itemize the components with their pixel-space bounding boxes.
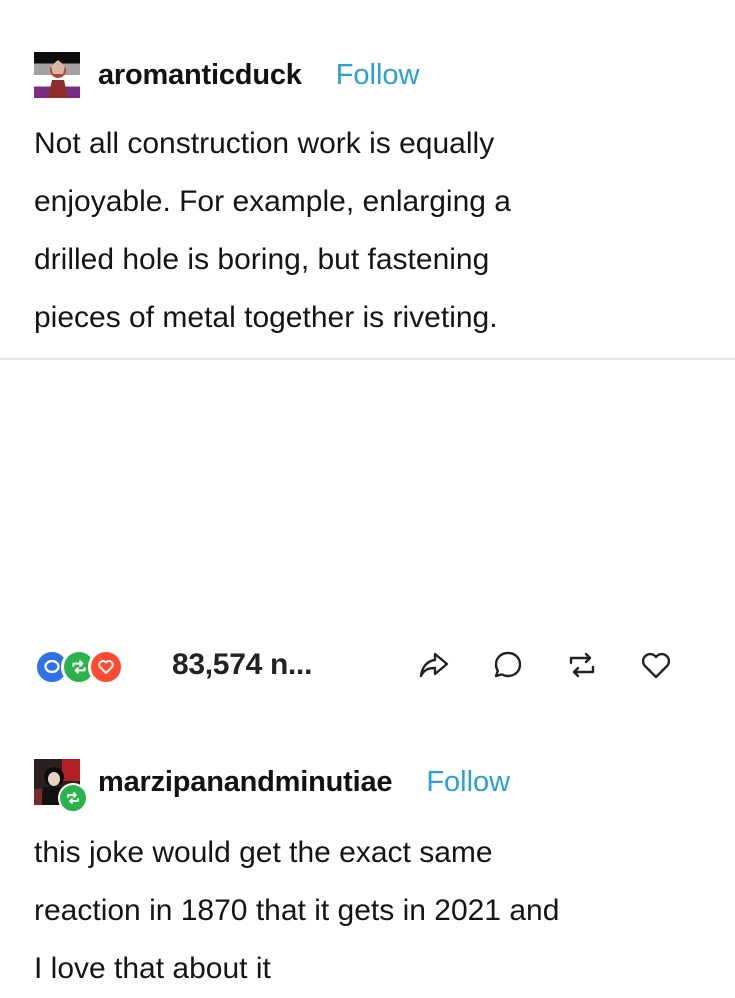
post-body-text: this joke would get the exact same react… (34, 836, 560, 985)
post-body-text: Not all construction work is equally enj… (34, 127, 511, 334)
post-actions (380, 642, 676, 688)
notes-avatars[interactable] (34, 642, 162, 688)
reblog-icon[interactable] (562, 645, 602, 685)
username[interactable]: marzipanandminutiae (98, 766, 393, 799)
post-footer: 83,574 n... (34, 642, 714, 688)
reply-icon[interactable] (488, 645, 528, 685)
avatar-marzipanandminutiae[interactable] (34, 759, 88, 813)
post-original: aromanticduck Follow Not all constructio… (0, 0, 735, 360)
divider (0, 358, 735, 360)
share-icon[interactable] (414, 645, 454, 685)
follow-button[interactable]: Follow (426, 766, 510, 799)
post-header: aromanticduck Follow (34, 52, 420, 98)
follow-button[interactable]: Follow (336, 59, 420, 92)
like-icon[interactable] (636, 645, 676, 685)
username[interactable]: aromanticduck (98, 59, 302, 92)
heart-icon (88, 649, 124, 685)
avatar-aromanticduck[interactable] (34, 52, 80, 98)
post-header: marzipanandminutiae Follow (34, 759, 510, 813)
reblog-badge-icon (58, 783, 88, 813)
notes-count[interactable]: 83,574 n... (172, 648, 312, 682)
